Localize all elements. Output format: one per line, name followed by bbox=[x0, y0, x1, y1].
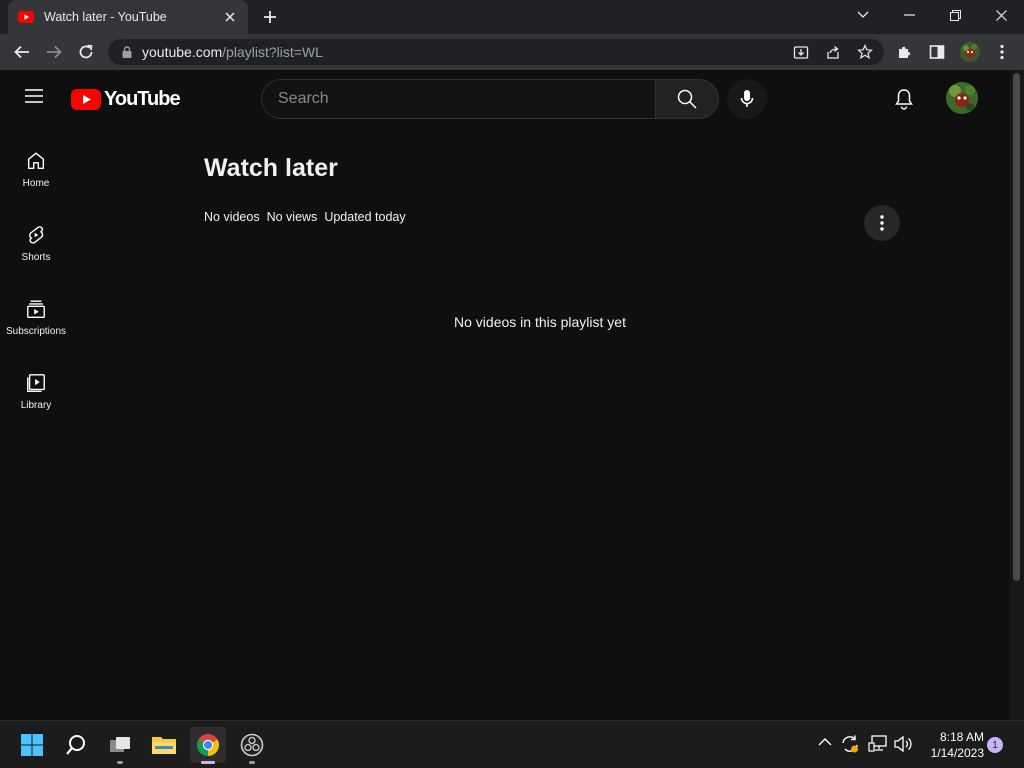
youtube-logo[interactable]: YouTube bbox=[71, 88, 181, 111]
forward-icon[interactable] bbox=[42, 40, 66, 64]
voice-search-button[interactable] bbox=[727, 79, 767, 119]
view-count: No views bbox=[266, 210, 318, 224]
bookmark-star-icon[interactable] bbox=[853, 40, 877, 64]
profile-avatar-small[interactable] bbox=[958, 40, 982, 64]
guide-item-home[interactable]: Home bbox=[0, 134, 72, 208]
close-tab-icon[interactable] bbox=[222, 9, 238, 25]
share-icon[interactable] bbox=[821, 40, 845, 64]
url-text: youtube.com/playlist?list=WL bbox=[142, 44, 323, 60]
hamburger-menu-icon[interactable] bbox=[24, 88, 48, 112]
search-icon bbox=[677, 89, 697, 109]
youtube-masthead: YouTube bbox=[0, 70, 1010, 126]
new-tab-icon[interactable] bbox=[260, 7, 280, 27]
running-indicator bbox=[249, 761, 255, 764]
file-explorer-icon[interactable] bbox=[146, 727, 182, 763]
running-indicator bbox=[117, 761, 123, 764]
obs-studio-icon[interactable] bbox=[234, 727, 270, 764]
back-icon[interactable] bbox=[10, 40, 34, 64]
more-vertical-icon bbox=[880, 215, 884, 231]
updated-date: Updated today bbox=[324, 210, 406, 224]
minimize-icon[interactable] bbox=[886, 0, 932, 30]
account-avatar[interactable] bbox=[946, 82, 978, 114]
search-button[interactable] bbox=[655, 79, 719, 119]
active-indicator bbox=[201, 761, 215, 764]
clock-time: 8:18 AM bbox=[939, 730, 984, 744]
shorts-icon bbox=[29, 226, 44, 244]
notification-badge[interactable]: 1 bbox=[987, 737, 1003, 753]
search-input[interactable] bbox=[278, 90, 655, 108]
playlist-more-actions-button[interactable] bbox=[864, 205, 900, 241]
address-bar[interactable]: youtube.com/playlist?list=WL bbox=[108, 39, 884, 65]
guide-label: Shorts bbox=[21, 252, 51, 263]
guide-label: Library bbox=[20, 400, 52, 411]
notifications-bell-icon[interactable] bbox=[892, 87, 916, 111]
extensions-puzzle-icon[interactable] bbox=[893, 40, 917, 64]
youtube-favicon-icon bbox=[18, 11, 34, 23]
restore-icon[interactable] bbox=[932, 0, 978, 30]
youtube-play-logo-icon bbox=[71, 89, 101, 110]
lock-icon bbox=[122, 46, 132, 58]
taskbar-clock[interactable]: 8:18 AM 1/14/2023 bbox=[918, 729, 984, 761]
browser-tab-strip: Watch later - YouTube bbox=[0, 0, 1024, 34]
network-icon[interactable] bbox=[868, 735, 888, 753]
home-icon bbox=[27, 152, 45, 170]
library-icon bbox=[27, 374, 45, 392]
close-window-icon[interactable] bbox=[978, 0, 1024, 30]
windows-start-icon[interactable] bbox=[14, 727, 50, 763]
chrome-menu-kebab-icon[interactable] bbox=[990, 40, 1014, 64]
task-view-icon[interactable] bbox=[102, 727, 138, 764]
playlist-title: Watch later bbox=[204, 154, 338, 182]
guide-item-shorts[interactable]: Shorts bbox=[0, 208, 72, 282]
browser-toolbar: youtube.com/playlist?list=WL bbox=[0, 34, 1024, 70]
side-panel-icon[interactable] bbox=[925, 40, 949, 64]
tab-search-chevron-down-icon[interactable] bbox=[840, 0, 886, 30]
show-hidden-icons-chevron-up-icon[interactable] bbox=[818, 737, 834, 753]
microphone-icon bbox=[740, 90, 754, 107]
clock-date: 1/14/2023 bbox=[930, 746, 984, 760]
playlist-stats: No videos No views Updated today bbox=[204, 210, 406, 224]
install-download-icon[interactable] bbox=[789, 40, 813, 64]
tab-title: Watch later - YouTube bbox=[44, 10, 167, 24]
video-count: No videos bbox=[204, 210, 260, 224]
volume-icon[interactable] bbox=[893, 735, 913, 753]
guide-label: Home bbox=[22, 178, 50, 189]
taskbar-search-icon[interactable] bbox=[58, 727, 94, 763]
chrome-taskbar-icon[interactable] bbox=[190, 727, 226, 764]
sync-update-icon[interactable] bbox=[840, 734, 860, 754]
search-box[interactable] bbox=[261, 79, 656, 119]
empty-playlist-message: No videos in this playlist yet bbox=[454, 314, 626, 330]
browser-tab[interactable]: Watch later - YouTube bbox=[8, 0, 248, 34]
reload-icon[interactable] bbox=[74, 40, 98, 64]
guide-item-library[interactable]: Library bbox=[0, 356, 72, 430]
page-scrollbar-thumb[interactable] bbox=[1013, 73, 1020, 581]
windows-taskbar: 8:18 AM 1/14/2023 1 bbox=[0, 720, 1024, 768]
youtube-logo-text: YouTube bbox=[104, 88, 181, 110]
